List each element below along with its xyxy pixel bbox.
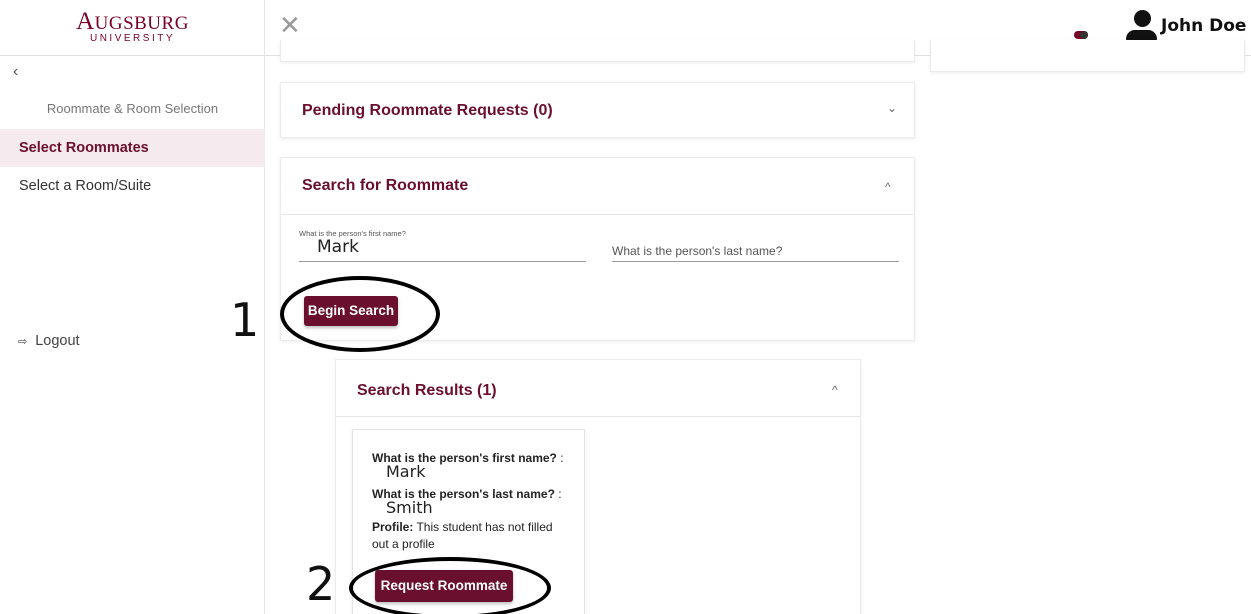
avatar-head	[1134, 10, 1151, 27]
last-name-input[interactable]: What is the person's last name?	[612, 244, 782, 258]
logout-label: Logout	[35, 333, 80, 349]
panel-divider	[336, 416, 860, 417]
search-results-title: Search Results (1)	[357, 382, 497, 399]
chevron-up-icon[interactable]: ^	[885, 180, 891, 194]
annotation-circle-1	[280, 276, 440, 352]
search-roommate-title: Search for Roommate	[302, 177, 469, 194]
first-name-input[interactable]: Mark	[317, 237, 359, 257]
pending-requests-title: Pending Roommate Requests (0)	[302, 102, 553, 119]
logo-subtitle: UNIVERSITY	[89, 33, 175, 44]
sidebar-section-title: Roommate & Room Selection	[46, 101, 219, 116]
last-name-underline	[612, 261, 899, 262]
first-name-underline	[299, 261, 586, 262]
sidebar-item-select-room[interactable]: Select a Room/Suite	[0, 167, 265, 205]
logout-link[interactable]: ⇨ Logout	[18, 333, 80, 349]
result-profile: Profile: This student has not filled out…	[372, 520, 553, 551]
collapse-sidebar-icon[interactable]: ‹	[13, 63, 18, 81]
close-icon[interactable]: ✕	[279, 10, 301, 41]
chevron-down-icon[interactable]: ⌄	[887, 101, 897, 115]
right-side-card	[930, 40, 1245, 72]
result-last-name-value: Smith	[386, 498, 433, 517]
theme-toggle[interactable]	[1074, 31, 1088, 39]
user-name[interactable]: John Doe	[1161, 16, 1246, 36]
result-first-name-value: Mark	[386, 462, 426, 481]
university-logo[interactable]: AUGSBURG UNIVERSITY	[0, 0, 265, 56]
previous-card-bottom	[280, 40, 915, 62]
chevron-up-icon[interactable]: ^	[832, 383, 838, 397]
sidebar-item-select-roommates[interactable]: Select Roommates	[0, 129, 265, 167]
logout-icon: ⇨	[18, 336, 28, 348]
annotation-number-2: 2	[306, 557, 336, 611]
pending-requests-panel[interactable]: Pending Roommate Requests (0) ⌄	[280, 82, 915, 138]
logo-wordmark: AUGSBURG	[76, 8, 189, 35]
annotation-number-1: 1	[230, 293, 260, 347]
sidebar: AUGSBURG UNIVERSITY ‹ Roommate & Room Se…	[0, 0, 265, 614]
annotation-circle-2	[349, 557, 551, 614]
panel-divider	[281, 214, 914, 215]
